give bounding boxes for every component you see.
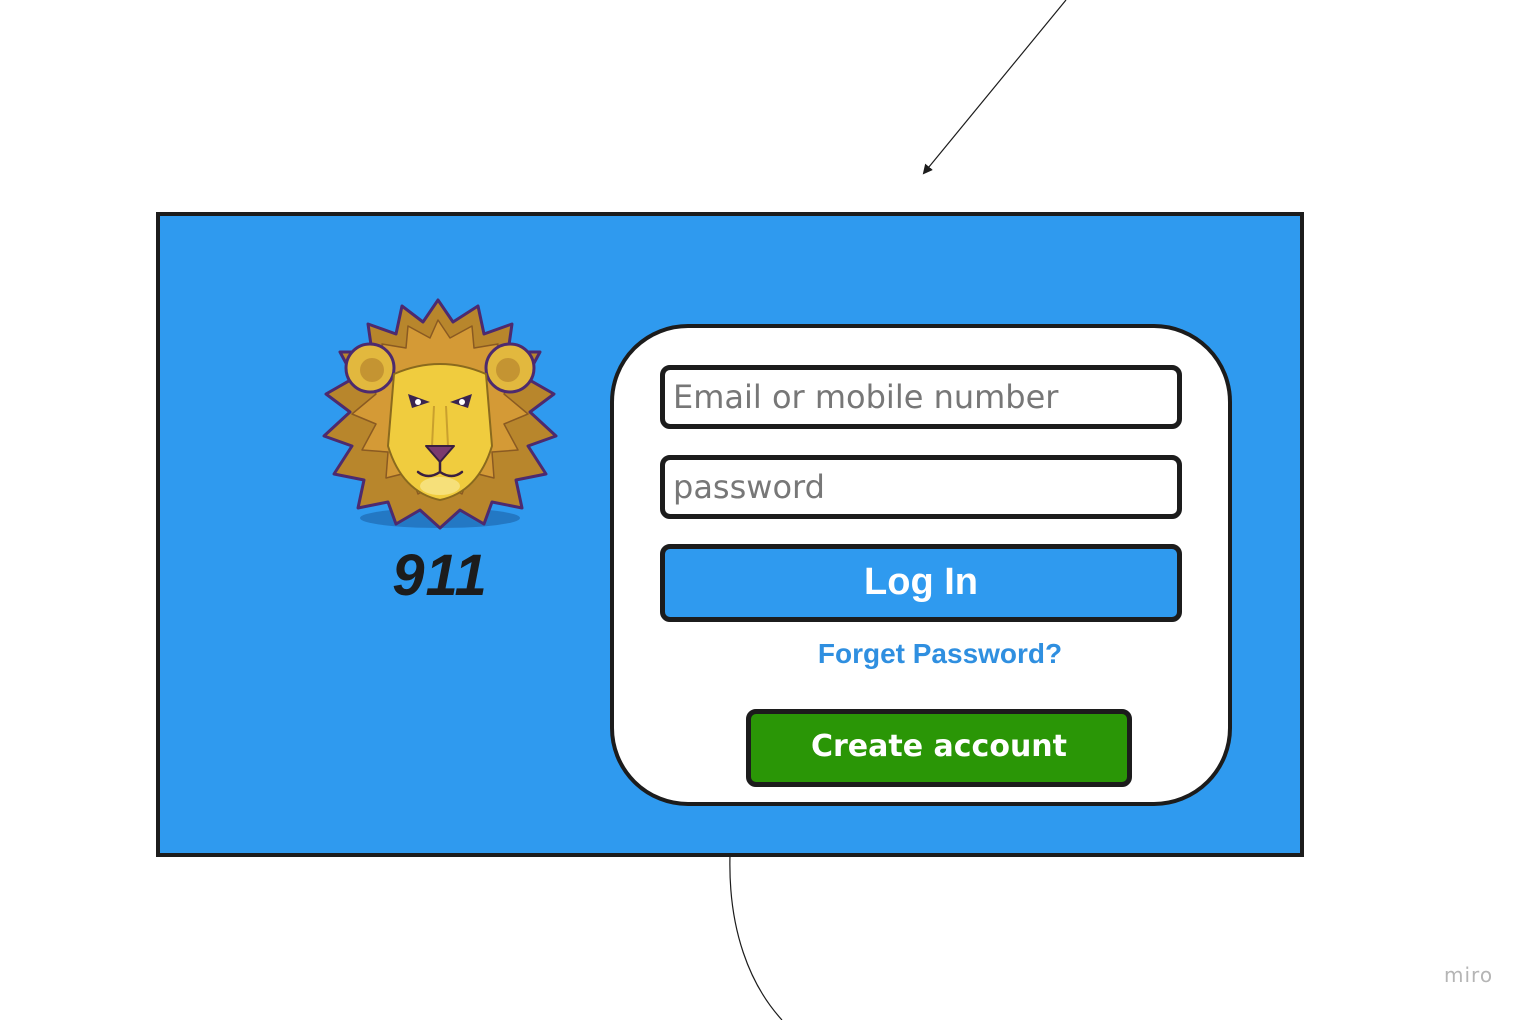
password-input[interactable] [665,460,1177,514]
login-frame: 911 Log In Forget Password? Create accou… [156,212,1304,857]
login-card: Log In Forget Password? Create account [610,324,1232,806]
forgot-password-link[interactable]: Forget Password? [660,638,1220,670]
miro-watermark: miro [1444,963,1494,987]
lion-head-icon [322,298,558,530]
curve-connector[interactable] [729,854,783,1020]
password-field[interactable] [660,455,1182,519]
create-account-button[interactable]: Create account [746,709,1132,787]
arrow-connector[interactable] [922,0,1067,175]
whiteboard-canvas: 911 Log In Forget Password? Create accou… [0,0,1530,1020]
email-field[interactable] [660,365,1182,429]
login-button[interactable]: Log In [660,544,1182,622]
brand-name: 911 [392,543,488,608]
email-input[interactable] [665,370,1177,424]
